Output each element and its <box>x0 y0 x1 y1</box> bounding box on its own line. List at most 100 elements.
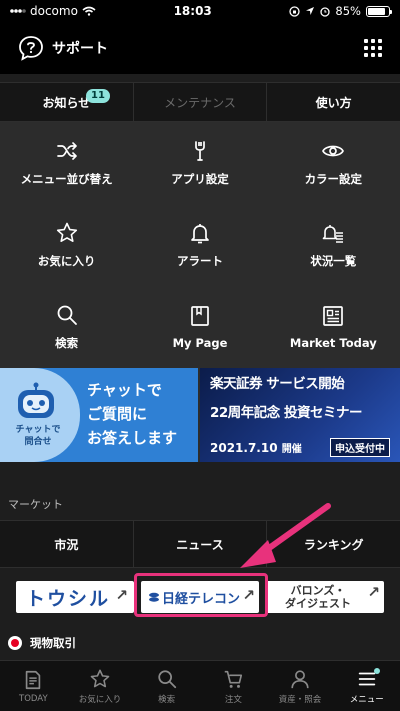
search-icon <box>158 669 176 688</box>
seminar-date-value: 2021.7.10 <box>210 441 278 455</box>
menu-label: お気に入り <box>37 254 96 268</box>
info-tabs: お知らせ 11 メンテナンス 使い方 <box>0 82 400 122</box>
status-right: 85% <box>289 4 392 18</box>
location-icon <box>306 7 315 15</box>
menu-label: カラー設定 <box>304 172 363 186</box>
menu-item-search[interactable]: 検索 <box>0 286 133 368</box>
menu-grid: メニュー並び替え アプリ設定 カラー設定 お気に入り アラート 状況一覧 検索 … <box>0 122 400 368</box>
market-heading: マーケット <box>0 462 400 520</box>
menu-label: メニュー並び替え <box>20 172 113 186</box>
menu-label: 検索 <box>55 336 79 350</box>
menu-item-mypage[interactable]: My Page <box>133 286 266 368</box>
nav-favorites[interactable]: お気に入り <box>67 661 134 711</box>
seminar-status-badge: 申込受付中 <box>330 438 390 457</box>
robot-icon <box>18 382 54 418</box>
nav-search[interactable]: 検索 <box>133 661 200 711</box>
tab-howto[interactable]: 使い方 <box>267 83 400 121</box>
japan-flag-icon <box>8 636 22 650</box>
eye-icon <box>322 145 345 157</box>
app-header: サポート <box>0 22 400 74</box>
document-icon <box>26 670 41 689</box>
spot-trading-row[interactable]: 現物取引 <box>0 626 400 660</box>
menu-item-favorites[interactable]: お気に入り <box>0 204 133 286</box>
tab-news[interactable]: お知らせ 11 <box>0 83 134 121</box>
banner-row: チャットで 問合せ チャットで ご質問に お答えします 楽天証券 サービス開始 … <box>0 368 400 462</box>
nav-menu[interactable]: メニュー <box>333 661 400 711</box>
nav-label: 注文 <box>224 694 242 705</box>
menu-item-status-list[interactable]: 状況一覧 <box>267 204 400 286</box>
menu-label: Market Today <box>289 336 377 350</box>
bell-list-icon <box>323 225 344 243</box>
star-icon <box>56 222 77 242</box>
nav-assets[interactable]: 資産・照会 <box>267 661 334 711</box>
status-left: docomo <box>10 4 96 18</box>
seminar-line-2: 22周年記念 投資セミナー <box>210 405 363 421</box>
spacer <box>0 74 400 82</box>
chat-line-1: チャットで <box>87 381 162 399</box>
header-title: サポート <box>52 41 108 57</box>
status-bar: docomo 18:03 85% <box>0 0 400 22</box>
bottom-nav: TODAY お気に入り 検索 注文 資産・照会 メニュー <box>0 660 400 711</box>
tab-howto-label: 使い方 <box>315 95 352 110</box>
battery-percent: 85% <box>335 4 361 18</box>
seminar-date: 2021.7.10 開催 <box>210 440 302 455</box>
wrench-icon <box>195 141 205 161</box>
tousiru-label: トウシル <box>25 587 110 610</box>
seminar-banner[interactable]: 楽天証券 サービス開始 22周年記念 投資セミナー 2021.7.10 開催 申… <box>200 368 400 462</box>
nav-label: 検索 <box>158 694 176 705</box>
menu-item-market-today[interactable]: Market Today <box>267 286 400 368</box>
tab-market-conditions[interactable]: 市況 <box>0 521 134 567</box>
support-link[interactable]: サポート <box>18 35 108 61</box>
chat-banner-text: チャットで ご質問に お答えします <box>87 378 177 450</box>
external-arrow-icon: ↗ <box>115 586 130 604</box>
menu-label: アラート <box>176 254 223 268</box>
nav-label: TODAY <box>19 693 48 704</box>
shuffle-icon <box>56 142 77 160</box>
nav-label: 資産・照会 <box>278 694 322 705</box>
tousiru-link[interactable]: トウシル ↗ <box>16 581 134 613</box>
nav-today[interactable]: TODAY <box>0 661 67 711</box>
battery-icon <box>365 5 392 17</box>
app-grid-icon[interactable] <box>364 39 382 57</box>
chat-robot-label: チャットで 問合せ <box>15 425 61 447</box>
seminar-line-1: 楽天証券 サービス開始 <box>210 376 345 392</box>
menu-item-app-settings[interactable]: アプリ設定 <box>133 122 266 204</box>
notification-badge: 11 <box>86 89 110 103</box>
menu-item-reorder[interactable]: メニュー並び替え <box>0 122 133 204</box>
spot-trading-label: 現物取引 <box>30 636 76 650</box>
menu-item-color-settings[interactable]: カラー設定 <box>267 122 400 204</box>
menu-label: 状況一覧 <box>310 254 357 268</box>
chat-line-2: ご質問に <box>87 405 148 423</box>
seminar-date-suffix: 開催 <box>281 444 302 455</box>
alarm-icon <box>320 6 331 17</box>
tab-maintenance[interactable]: メンテナンス <box>134 83 268 121</box>
signal-icon <box>10 9 26 13</box>
newspaper-icon <box>323 306 344 326</box>
star-icon <box>90 669 110 687</box>
person-icon <box>291 669 309 688</box>
external-arrow-icon: ↗ <box>367 583 380 601</box>
wifi-icon <box>82 6 96 16</box>
status-time: 18:03 <box>173 4 212 18</box>
menu-item-alert[interactable]: アラート <box>133 204 266 286</box>
pointer-arrow-icon <box>240 503 331 568</box>
chat-banner[interactable]: チャットで 問合せ チャットで ご質問に お答えします <box>0 368 198 462</box>
nav-label: お気に入り <box>78 694 122 705</box>
bell-icon <box>191 224 209 244</box>
bookmark-icon <box>191 306 209 326</box>
chat-line-3: お答えします <box>87 429 178 447</box>
tab-maintenance-label: メンテナンス <box>164 95 236 110</box>
menu-label: アプリ設定 <box>171 172 229 186</box>
barrons-label: バロンズ・ ダイジェスト <box>285 584 351 610</box>
new-indicator-dot <box>374 668 381 674</box>
rotation-lock-icon <box>289 5 301 17</box>
cart-icon <box>225 670 243 688</box>
support-chat-icon <box>19 36 43 61</box>
nav-label: メニュー <box>349 694 384 705</box>
menu-label: My Page <box>172 336 228 350</box>
carrier-name: docomo <box>30 4 78 18</box>
tab-news-label: お知らせ <box>42 95 91 110</box>
nav-order[interactable]: 注文 <box>200 661 267 711</box>
barrons-link[interactable]: バロンズ・ ダイジェスト ↗ <box>266 581 384 613</box>
search-icon <box>57 305 77 325</box>
